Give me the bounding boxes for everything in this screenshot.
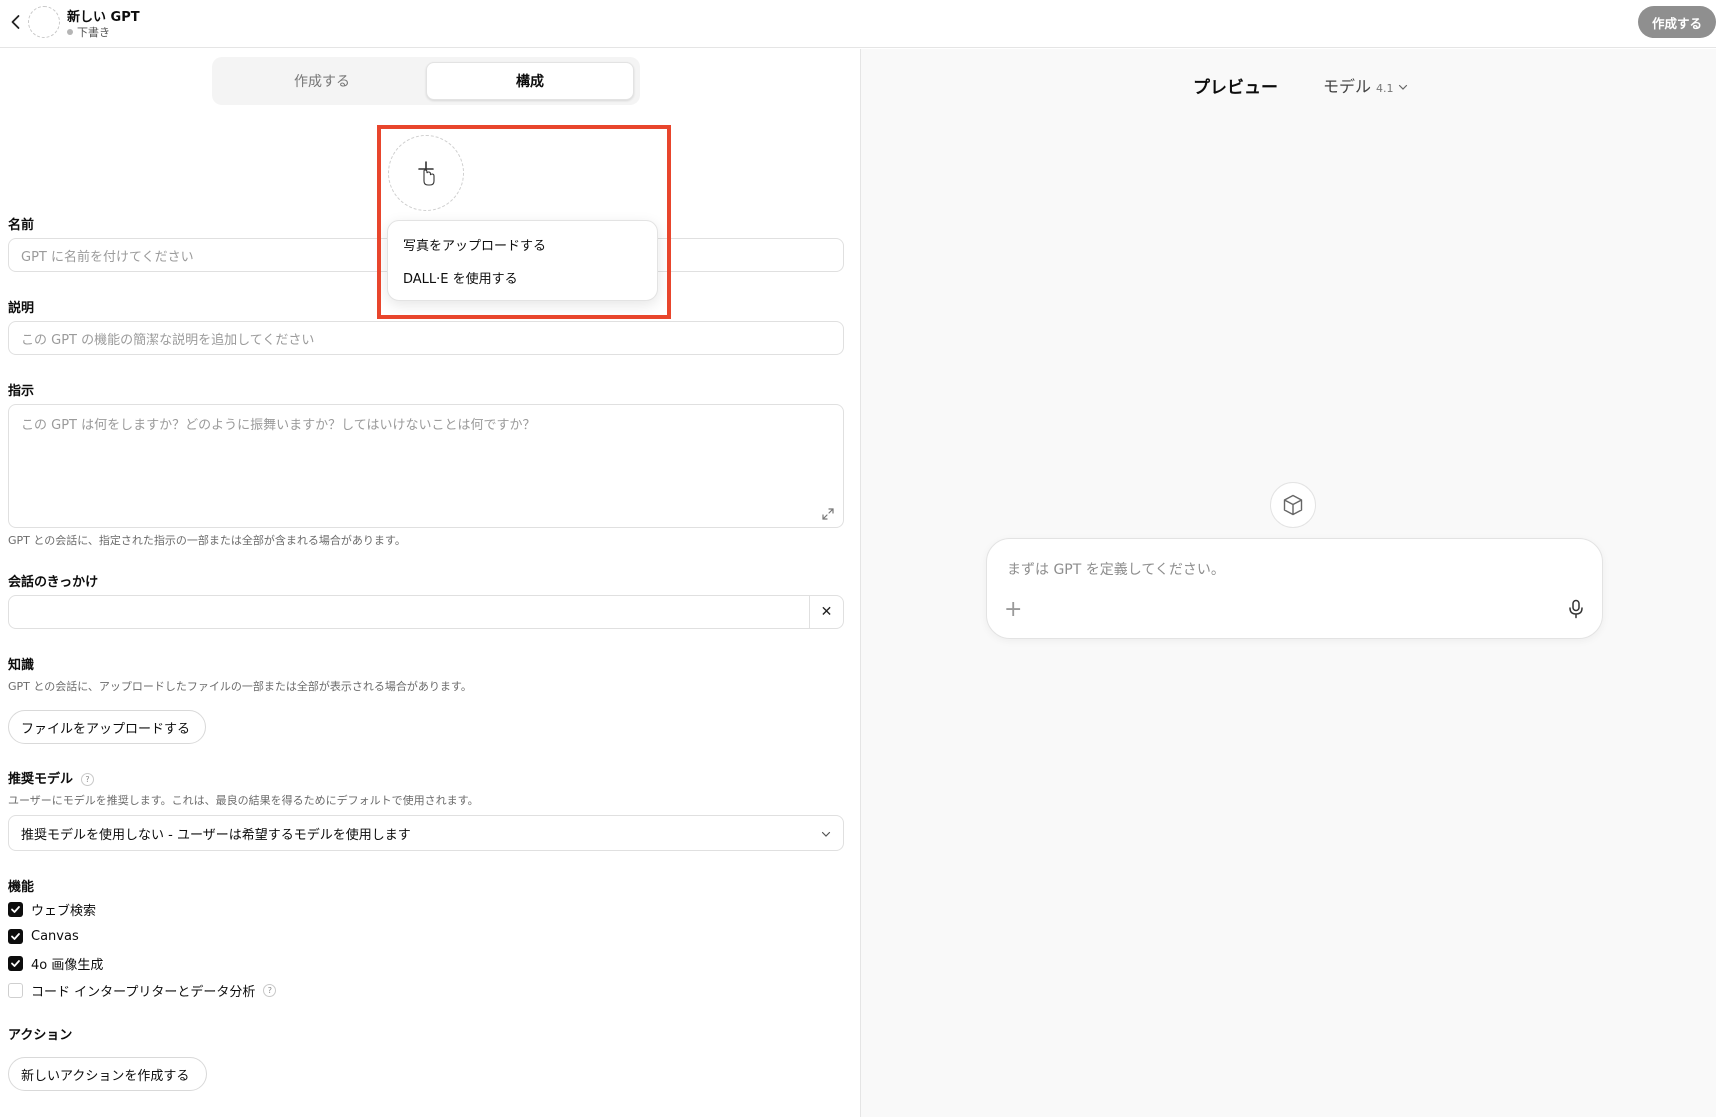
model-selector[interactable]: モデル 4.1 xyxy=(1323,73,1408,97)
instructions-label: 指示 xyxy=(8,384,35,399)
name-label: 名前 xyxy=(8,218,35,233)
knowledge-label: 知識 xyxy=(8,658,35,673)
editor-pane: 作成する 構成 名前 GPT に名前を付けてください 説明 この GPT の機能… xyxy=(0,49,860,1117)
capability-image-generation[interactable]: 4o 画像生成 xyxy=(8,954,104,973)
recommended-model-select[interactable]: 推奨モデルを使用しない - ユーザーは希望するモデルを使用します xyxy=(8,815,844,851)
capability-canvas[interactable]: Canvas xyxy=(8,927,79,945)
gpt-avatar xyxy=(28,6,60,38)
status-dot-icon xyxy=(67,29,73,35)
conversation-starters-label: 会話のきっかけ xyxy=(8,575,99,590)
description-label: 説明 xyxy=(8,301,35,316)
model-label: モデル xyxy=(1323,77,1372,96)
new-action-button[interactable]: 新しいアクションを作成する xyxy=(8,1057,207,1091)
gpt-status: 下書き xyxy=(67,24,110,40)
info-icon[interactable]: ? xyxy=(81,773,95,786)
create-gpt-button[interactable]: 作成する xyxy=(1638,6,1716,38)
composer-placeholder: まずは GPT を定義してください。 xyxy=(1007,562,1225,578)
info-icon[interactable]: ? xyxy=(263,983,277,997)
capability-label: 4o 画像生成 xyxy=(31,957,104,973)
checkbox-unchecked-icon[interactable] xyxy=(8,982,23,998)
highlight-annotation xyxy=(377,125,671,319)
checkbox-checked-icon[interactable] xyxy=(8,901,23,917)
tab-create[interactable]: 作成する xyxy=(218,62,426,100)
capability-label: ウェブ検索 xyxy=(31,903,97,919)
expand-icon[interactable] xyxy=(821,507,835,521)
instructions-help: GPT との会話に、指定された指示の一部または全部が含まれる場合があります。 xyxy=(8,534,406,547)
preview-title: プレビュー xyxy=(1193,78,1278,98)
message-composer[interactable]: まずは GPT を定義してください。 + xyxy=(986,538,1603,639)
chevron-down-icon xyxy=(1398,84,1407,90)
upload-files-button[interactable]: ファイルをアップロードする xyxy=(8,710,206,744)
microphone-icon[interactable] xyxy=(1567,599,1585,619)
chevron-left-icon[interactable] xyxy=(6,12,26,32)
plus-icon[interactable]: + xyxy=(1004,599,1022,621)
model-version: 4.1 xyxy=(1376,82,1394,95)
cube-icon xyxy=(1270,482,1316,528)
status-text: 下書き xyxy=(77,26,110,39)
capability-web-search[interactable]: ウェブ検索 xyxy=(8,900,97,919)
top-bar: 新しい GPT 下書き 作成する xyxy=(0,0,1716,48)
checkbox-checked-icon[interactable] xyxy=(8,955,23,971)
recommended-model-label-text: 推奨モデル xyxy=(8,772,74,787)
chevron-down-icon xyxy=(821,831,831,837)
capability-label: Canvas xyxy=(31,928,79,944)
capability-label: コード インタープリターとデータ分析 xyxy=(31,984,256,1000)
recommended-model-help: ユーザーにモデルを推奨します。これは、最良の結果を得るためにデフォルトで使用され… xyxy=(8,794,479,807)
tab-configure[interactable]: 構成 xyxy=(426,62,634,100)
description-input[interactable]: この GPT の機能の簡潔な説明を追加してください xyxy=(8,321,844,355)
instructions-textarea[interactable]: この GPT は何をしますか？どのように振舞いますか？してはいけないことは何です… xyxy=(8,404,844,528)
gpt-title: 新しい GPT xyxy=(67,10,140,25)
knowledge-help: GPT との会話に、アップロードしたファイルの一部または全部が表示される場合があ… xyxy=(8,680,472,693)
capabilities-label: 機能 xyxy=(8,880,35,895)
mode-tabs: 作成する 構成 xyxy=(212,57,640,105)
checkbox-checked-icon[interactable] xyxy=(8,928,23,944)
preview-pane: プレビュー モデル 4.1 まずは GPT を定義してください。 + xyxy=(861,49,1716,1117)
conversation-starter-input[interactable]: ✕ xyxy=(8,595,844,629)
recommended-model-label: 推奨モデル? xyxy=(8,768,95,787)
capability-code-interpreter[interactable]: コード インタープリターとデータ分析 ? xyxy=(8,981,277,1000)
actions-label: アクション xyxy=(8,1028,73,1043)
close-icon[interactable]: ✕ xyxy=(809,596,843,628)
recommended-model-value: 推奨モデルを使用しない - ユーザーは希望するモデルを使用します xyxy=(21,827,411,843)
instructions-placeholder: この GPT は何をしますか？どのように振舞いますか？してはいけないことは何です… xyxy=(21,418,536,433)
